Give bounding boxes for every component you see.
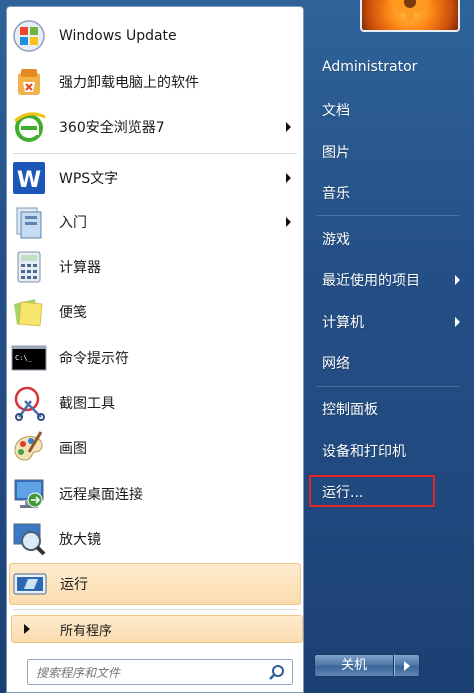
- program-label: 画图: [59, 440, 87, 457]
- program-label: 放大镜: [59, 531, 101, 548]
- link-control-panel[interactable]: 控制面板: [322, 399, 378, 419]
- command-prompt-icon: C:\_: [11, 340, 47, 376]
- paint-icon: [11, 430, 47, 466]
- shutdown-button[interactable]: 关机: [314, 654, 394, 677]
- submenu-arrow-icon: [455, 317, 460, 327]
- start-menu: Windows Update 强力卸载电脑上的软件 360安全浏览器7 W WP…: [0, 0, 474, 693]
- search-input[interactable]: [34, 663, 258, 683]
- program-windows-update[interactable]: Windows Update: [7, 13, 303, 58]
- highlight-box: [309, 475, 435, 507]
- program-label: WPS文字: [59, 170, 119, 187]
- uninstaller-icon: [11, 64, 47, 100]
- link-devices-printers[interactable]: 设备和打印机: [322, 441, 406, 461]
- link-label: 最近使用的项目: [322, 273, 420, 289]
- program-label: 便笺: [59, 304, 87, 321]
- program-label: Windows Update: [59, 27, 177, 44]
- divider: [316, 386, 460, 387]
- program-run[interactable]: 运行: [9, 563, 301, 605]
- search-box: [27, 659, 293, 685]
- program-label: 计算器: [59, 259, 101, 276]
- getting-started-icon: [11, 204, 47, 240]
- program-magnifier[interactable]: 放大镜: [7, 516, 303, 561]
- program-label: 360安全浏览器7: [59, 119, 165, 136]
- wps-writer-icon: W: [11, 160, 47, 196]
- link-recent-items[interactable]: 最近使用的项目: [322, 270, 468, 290]
- snipping-tool-icon: [11, 385, 47, 421]
- program-label: 运行: [60, 577, 88, 593]
- expand-arrow-icon: [24, 624, 30, 634]
- link-network[interactable]: 网络: [322, 353, 350, 373]
- program-sticky-notes[interactable]: 便笺: [7, 289, 303, 334]
- all-programs-label: 所有程序: [60, 623, 113, 639]
- windows-update-icon: [11, 18, 47, 54]
- link-label: 计算机: [322, 315, 364, 331]
- program-label: 截图工具: [59, 395, 115, 412]
- submenu-arrow-icon: [286, 172, 291, 183]
- program-getting-started[interactable]: 入门: [7, 199, 303, 244]
- link-pictures[interactable]: 图片: [322, 142, 350, 162]
- program-label: 远程桌面连接: [59, 486, 143, 503]
- program-label: 命令提示符: [59, 350, 129, 367]
- program-paint[interactable]: 画图: [7, 425, 303, 470]
- program-wps-writer[interactable]: W WPS文字: [7, 155, 303, 200]
- magnifier-icon: [11, 521, 47, 557]
- program-remote-desktop[interactable]: 远程桌面连接: [7, 471, 303, 516]
- run-icon: [12, 566, 48, 602]
- shutdown-options-button[interactable]: [394, 654, 420, 677]
- divider: [316, 215, 460, 216]
- link-games[interactable]: 游戏: [322, 229, 350, 249]
- program-uninstaller[interactable]: 强力卸载电脑上的软件: [7, 59, 303, 104]
- remote-desktop-icon: [11, 476, 47, 512]
- submenu-arrow-icon: [286, 216, 291, 227]
- program-label: 入门: [59, 214, 87, 231]
- user-avatar[interactable]: [360, 0, 460, 32]
- all-programs-button[interactable]: 所有程序: [11, 615, 303, 643]
- program-label: 强力卸载电脑上的软件: [59, 74, 199, 91]
- link-documents[interactable]: 文档: [322, 100, 350, 120]
- chevron-right-icon: [404, 661, 410, 671]
- 360-browser-icon: [11, 109, 47, 145]
- user-name-link[interactable]: Administrator: [322, 59, 417, 75]
- cmd-icon-text: C:\_: [15, 354, 33, 362]
- svg-text:W: W: [17, 168, 41, 193]
- program-360-browser[interactable]: 360安全浏览器7: [7, 104, 303, 149]
- program-calculator[interactable]: 计算器: [7, 244, 303, 289]
- program-command-prompt[interactable]: C:\_ 命令提示符: [7, 335, 303, 380]
- calculator-icon: [11, 249, 47, 285]
- divider: [13, 153, 297, 154]
- divider: [13, 609, 297, 610]
- submenu-arrow-icon: [286, 121, 291, 132]
- submenu-arrow-icon: [455, 275, 460, 285]
- programs-panel: Windows Update 强力卸载电脑上的软件 360安全浏览器7 W WP…: [6, 6, 304, 693]
- link-music[interactable]: 音乐: [322, 183, 350, 203]
- link-computer[interactable]: 计算机: [322, 312, 468, 332]
- program-snipping-tool[interactable]: 截图工具: [7, 380, 303, 425]
- sticky-notes-icon: [11, 294, 47, 330]
- search-icon[interactable]: [268, 664, 286, 682]
